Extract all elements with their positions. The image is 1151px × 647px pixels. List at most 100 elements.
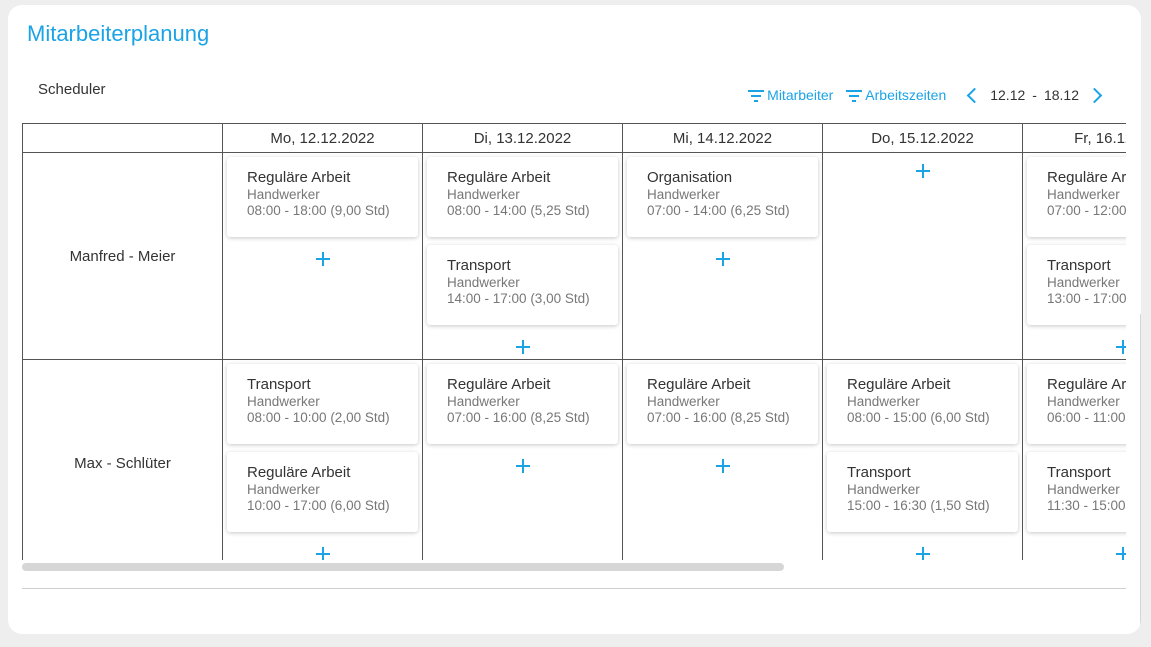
filter-worktimes-button[interactable]: Arbeitszeiten — [845, 87, 946, 103]
divider — [22, 588, 1126, 589]
shift-role: Handwerker — [1047, 187, 1120, 202]
shift-title: Transport — [247, 376, 311, 393]
shift-title: Organisation — [647, 169, 733, 186]
shift-title: Reguläre Arbeit — [847, 376, 951, 393]
add-shift-icon[interactable] — [911, 542, 935, 560]
employee-name: Max - Schlüter — [22, 359, 223, 560]
day-cell: Organisation Handwerker 07:00 - 14:00 (6,2… — [622, 152, 823, 360]
employee-name: Manfred - Meier — [22, 152, 223, 360]
day-cell: Reguläre ArbeitHandwerker06:00 - 11:00Tr… — [1022, 359, 1126, 560]
add-shift-icon[interactable] — [511, 335, 535, 359]
shift-time: 07:00 - 16:00 (8,25 Std) — [647, 410, 790, 425]
shift-time: 14:00 - 17:00 (3,00 Std) — [447, 291, 590, 306]
shift-card[interactable]: Reguläre Arbeit Handwerker 08:00 - 15:00 (… — [827, 364, 1018, 444]
shift-time: 08:00 - 10:00 (2,00 Std) — [247, 410, 390, 425]
shift-role: Handwerker — [1047, 394, 1120, 409]
shift-title: Reguläre Arbeit — [1047, 376, 1126, 393]
shift-card[interactable]: Reguläre ArbeitHandwerker07:00 - 12:00 — [1027, 157, 1126, 237]
add-shift-icon[interactable] — [711, 454, 735, 478]
header-row: Mo, 12.12.2022 Di, 13.12.2022 Mi, 14.12.… — [22, 123, 1126, 153]
day-cell: Reguläre Arbeit Handwerker 07:00 - 16:00 (… — [422, 359, 623, 560]
date-range: 12.12 - 18.12 — [990, 87, 1079, 103]
add-shift-icon[interactable] — [1111, 335, 1126, 359]
chevron-right-icon — [1086, 87, 1103, 103]
day-header: Mo, 12.12.2022 — [222, 123, 423, 153]
shift-title: Reguläre Arbeit — [647, 376, 751, 393]
shift-time: 13:00 - 17:00 — [1047, 291, 1126, 306]
add-shift-icon[interactable] — [311, 542, 335, 560]
shift-time: 08:00 - 18:00 (9,00 Std) — [247, 203, 390, 218]
range-separator: - — [1032, 87, 1037, 103]
filter-employees-label: Mitarbeiter — [767, 87, 834, 103]
shift-role: Handwerker — [247, 394, 320, 409]
shift-title: Reguläre Arbeit — [447, 169, 551, 186]
shift-card[interactable]: Transport Handwerker 14:00 - 17:00 (3,00 S… — [427, 245, 618, 325]
shift-card[interactable]: Reguläre Arbeit Handwerker 07:00 - 16:00 (… — [427, 364, 618, 444]
shift-card[interactable]: Reguläre Arbeit Handwerker 10:00 - 17:00 (… — [227, 452, 418, 532]
shift-role: Handwerker — [647, 187, 720, 202]
add-shift-icon[interactable] — [511, 454, 535, 478]
schedule-grid: Mo, 12.12.2022 Di, 13.12.2022 Mi, 14.12.… — [22, 123, 1126, 560]
shift-title: Transport — [1047, 464, 1111, 481]
shift-time: 08:00 - 14:00 (5,25 Std) — [447, 203, 590, 218]
shift-card[interactable]: Transport Handwerker 15:00 - 16:30 (1,50 S… — [827, 452, 1018, 532]
shift-title: Reguläre Arbeit — [1047, 169, 1126, 186]
shift-role: Handwerker — [847, 482, 920, 497]
vertical-scrollbar[interactable] — [1140, 311, 1141, 633]
day-header: Di, 13.12.2022 — [422, 123, 623, 153]
shift-time: 07:00 - 16:00 (8,25 Std) — [447, 410, 590, 425]
employee-row: Manfred - Meier Reguläre Arbeit Handwerker… — [22, 152, 1126, 360]
day-cell: Reguläre Arbeit Handwerker 07:00 - 16:00 (… — [622, 359, 823, 560]
shift-role: Handwerker — [1047, 275, 1120, 290]
add-shift-icon[interactable] — [1111, 542, 1126, 560]
shift-card[interactable]: Transport Handwerker 11:30 - 15:00 — [1027, 452, 1126, 532]
next-week-button[interactable] — [1085, 81, 1109, 109]
shift-role: Handwerker — [247, 187, 320, 202]
shift-card[interactable]: Reguläre Arbeit Handwerker 08:00 - 18:00 (… — [227, 157, 418, 237]
shift-role: Handwerker — [1047, 482, 1120, 497]
shift-title: Reguläre Arbeit — [247, 169, 351, 186]
add-shift-icon[interactable] — [311, 247, 335, 271]
day-cell: Reguläre Arbeit Handwerker 08:00 - 15:00 (… — [822, 359, 1023, 560]
schedule-grid-viewport[interactable]: Mo, 12.12.2022 Di, 13.12.2022 Mi, 14.12.… — [22, 123, 1126, 560]
shift-role: Handwerker — [447, 394, 520, 409]
shift-card[interactable]: Reguläre Arbeit Handwerker 08:00 - 14:00 (… — [427, 157, 618, 237]
shift-card[interactable]: Transport Handwerker 13:00 - 17:00 — [1027, 245, 1126, 325]
day-header: Fr, 16.12.2022 — [1022, 123, 1126, 153]
shift-card[interactable]: Organisation Handwerker 07:00 - 14:00 (6,2… — [627, 157, 818, 237]
shift-role: Handwerker — [247, 482, 320, 497]
filter-employees-button[interactable]: Mitarbeiter — [747, 87, 833, 103]
shift-time: 10:00 - 17:00 (6,00 Std) — [247, 498, 390, 513]
add-shift-icon[interactable] — [911, 159, 935, 183]
scheduler-toolbar: Mitarbeiter Arbeitszeiten 12.12 - 18.12 — [735, 79, 1109, 111]
scheduler-card: Mitarbeiterplanung Scheduler Mitarbeiter… — [8, 5, 1141, 634]
range-start: 12.12 — [990, 87, 1026, 103]
scheduler-label: Scheduler — [38, 81, 106, 98]
shift-role: Handwerker — [847, 394, 920, 409]
shift-role: Handwerker — [447, 187, 520, 202]
shift-time: 11:30 - 15:00 — [1047, 498, 1126, 513]
shift-time: 07:00 - 12:00 — [1047, 203, 1126, 218]
add-shift-icon[interactable] — [711, 247, 735, 271]
shift-title: Reguläre Arbeit — [247, 464, 351, 481]
shift-title: Transport — [847, 464, 911, 481]
shift-card[interactable]: Transport Handwerker 08:00 - 10:00 (2,00 S… — [227, 364, 418, 444]
horizontal-scrollbar[interactable] — [22, 563, 784, 571]
shift-role: Handwerker — [647, 394, 720, 409]
filter-icon — [845, 89, 862, 102]
filter-worktimes-label: Arbeitszeiten — [865, 87, 947, 103]
shift-card[interactable]: Reguläre Arbeit Handwerker 07:00 - 16:00 (… — [627, 364, 818, 444]
previous-week-button[interactable] — [960, 81, 984, 109]
shift-time: 07:00 - 14:00 (6,25 Std) — [647, 203, 790, 218]
employee-row: Max - Schlüter Transport Handwerker 08:00 -… — [22, 359, 1126, 560]
day-cell: Transport Handwerker 08:00 - 10:00 (2,00 S… — [222, 359, 423, 560]
page-title: Mitarbeiterplanung — [27, 21, 210, 46]
chevron-left-icon — [966, 87, 983, 103]
shift-time: 15:00 - 16:30 (1,50 Std) — [847, 498, 990, 513]
day-header: Do, 15.12.2022 — [822, 123, 1023, 153]
day-header: Mi, 14.12.2022 — [622, 123, 823, 153]
day-cell: Reguläre Arbeit Handwerker 08:00 - 18:00 (… — [222, 152, 423, 360]
shift-card[interactable]: Reguläre ArbeitHandwerker06:00 - 11:00 — [1027, 364, 1126, 444]
shift-title: Reguläre Arbeit — [447, 376, 551, 393]
shift-time: 06:00 - 11:00 — [1047, 410, 1126, 425]
